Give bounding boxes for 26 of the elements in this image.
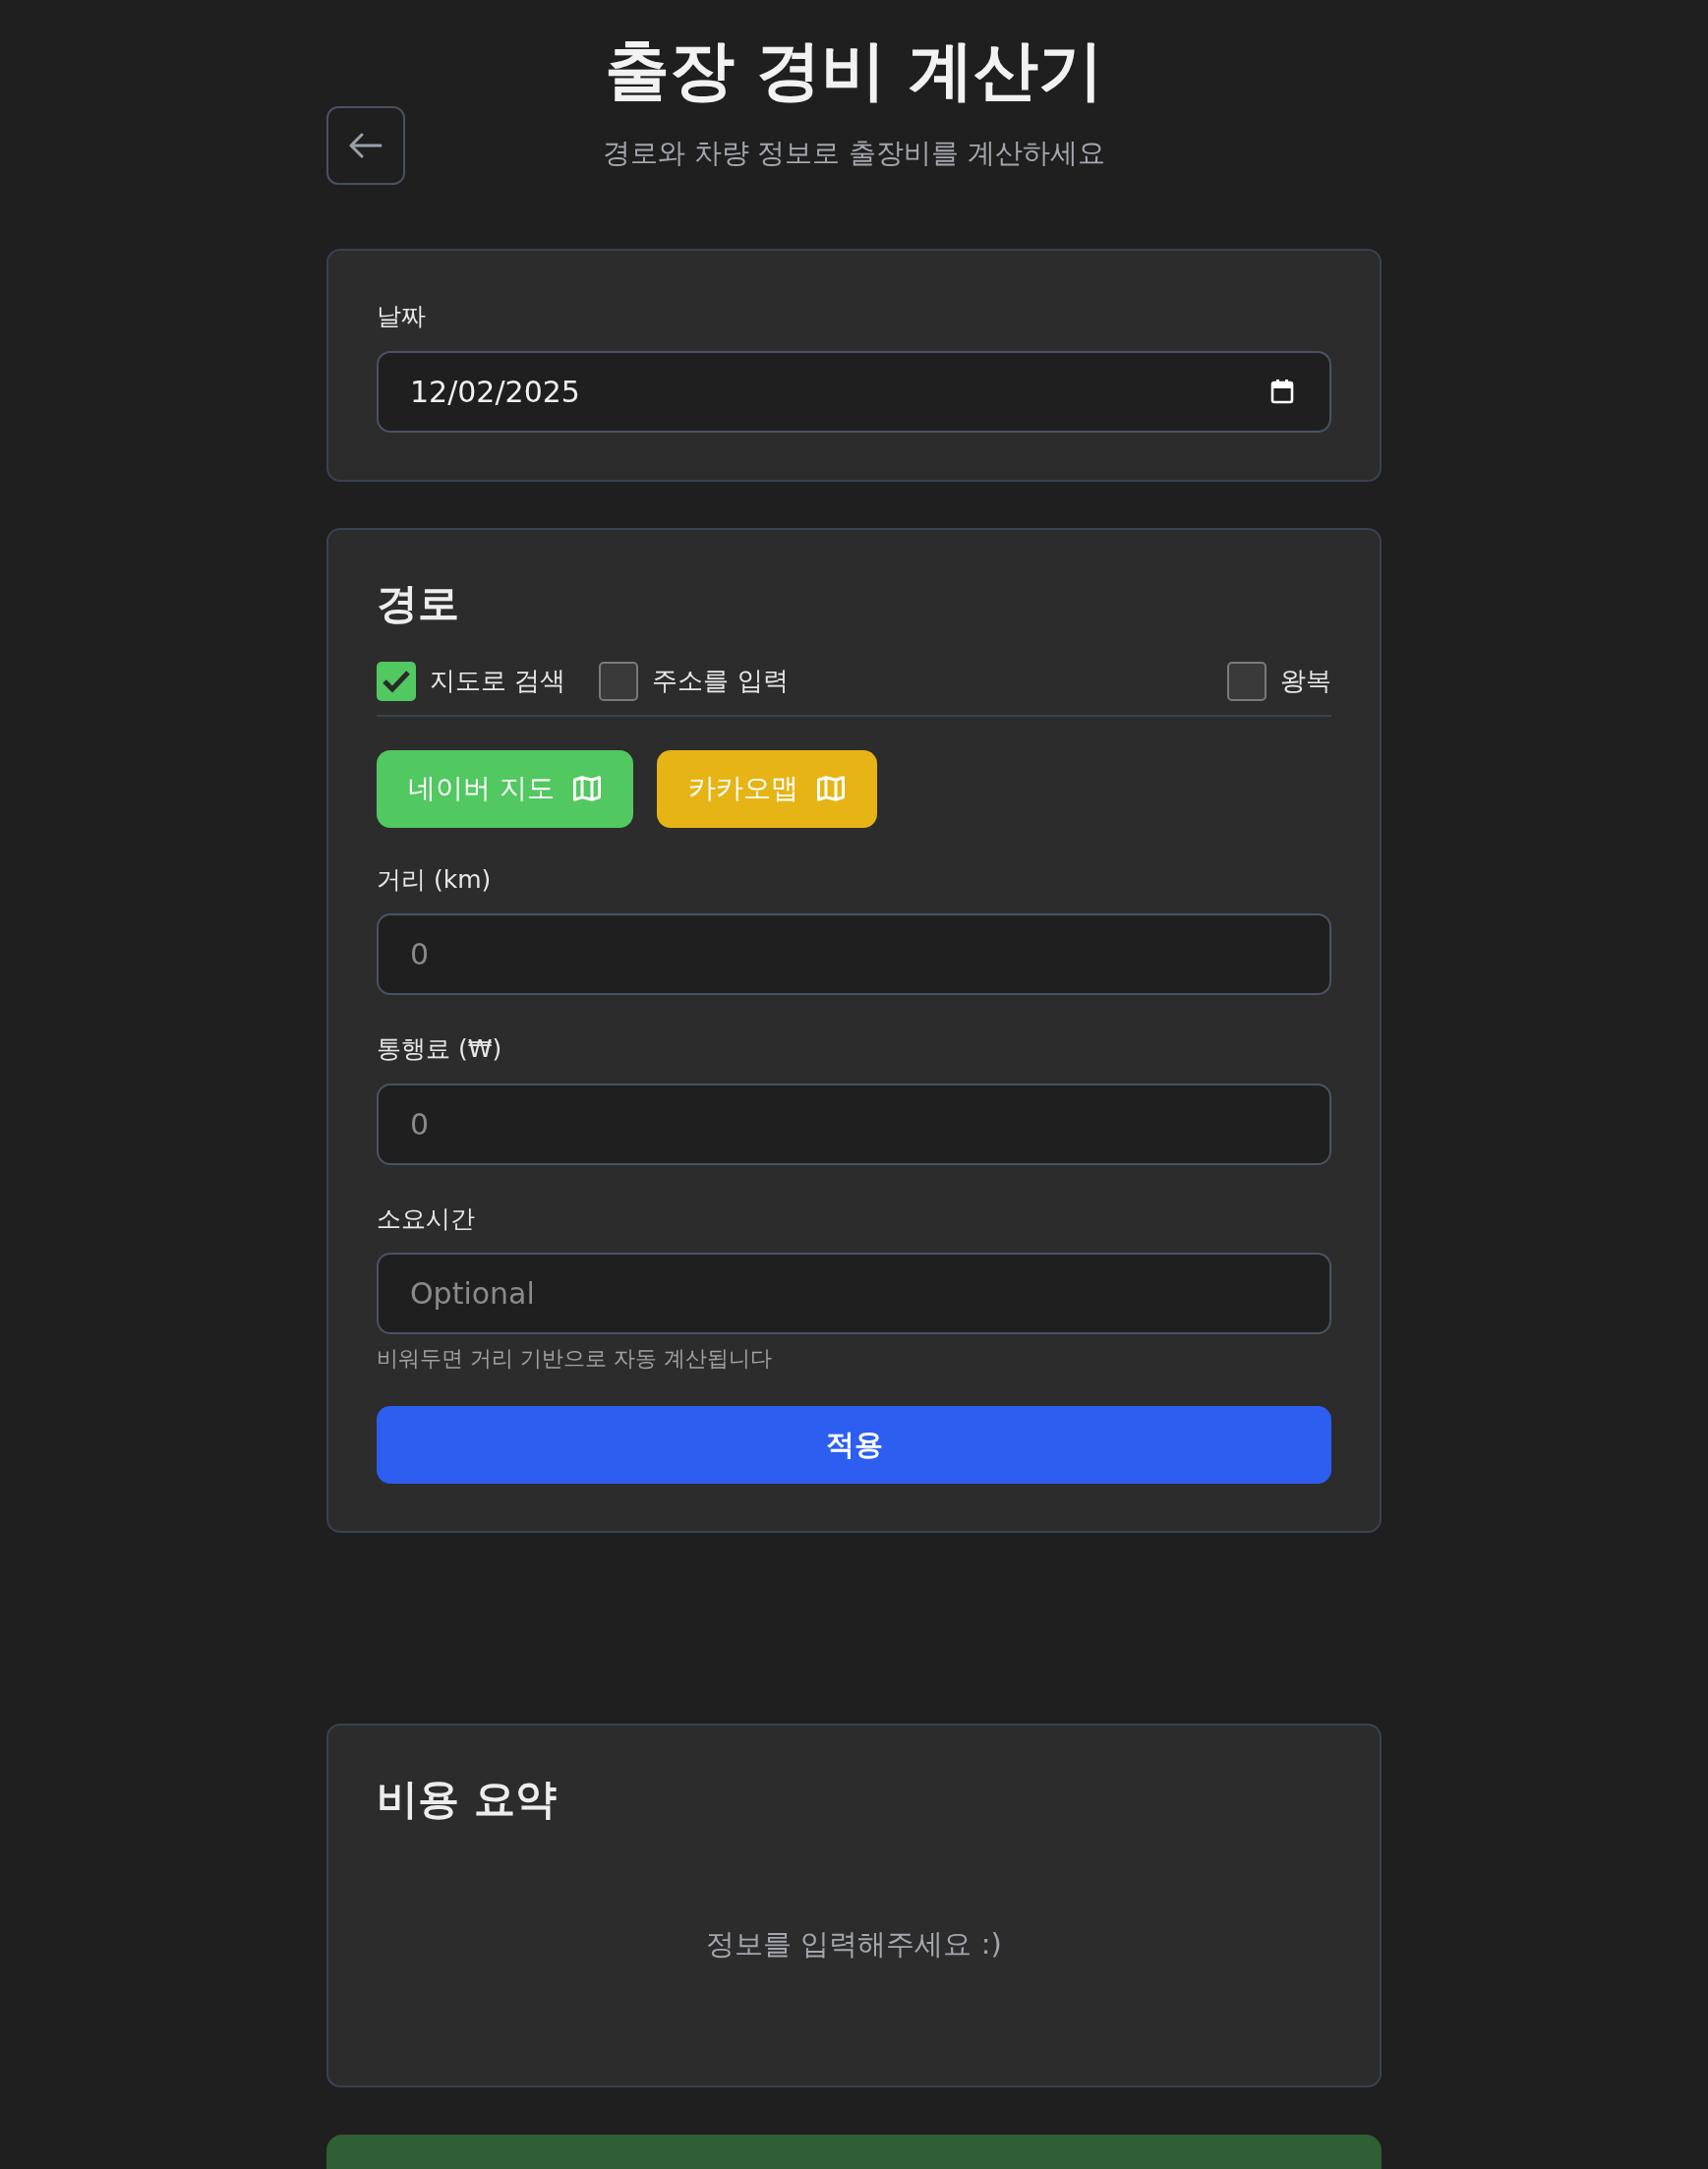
checkbox[interactable]: [599, 661, 639, 701]
field-label: 거리 (km): [377, 863, 492, 896]
page-subtitle: 경로와 차량 정보로 출장비를 계산하세요: [601, 136, 1107, 172]
input-field[interactable]: 0: [377, 1083, 1331, 1165]
field-label: 통행료 (₩): [377, 1033, 502, 1066]
option-label: 지도로 검색: [430, 665, 566, 698]
back-arrow-icon: [349, 133, 383, 158]
map-icon: [571, 775, 602, 803]
field-label: 소요시간: [377, 1202, 475, 1235]
apply-button[interactable]: 적용: [377, 1406, 1331, 1485]
field-label: 날짜: [377, 301, 426, 332]
checkbox[interactable]: [377, 661, 416, 701]
calendar-icon[interactable]: [1270, 378, 1294, 404]
page-title: 출장 경비 계산기: [603, 31, 1105, 110]
section-heading: 비용 요약: [377, 1775, 558, 1825]
back-button[interactable]: [326, 106, 405, 185]
input-field[interactable]: Optional: [377, 1253, 1331, 1335]
option-label: 왕복: [1280, 665, 1331, 698]
section-heading: 경로: [377, 578, 460, 628]
checkbox[interactable]: [1227, 661, 1266, 701]
empty-message: 정보를 입력해주세요 :): [705, 1925, 1003, 1963]
input-field[interactable]: 0: [377, 913, 1331, 996]
option-label: 주소를 입력: [652, 665, 789, 698]
help-text: 비워두면 거리 기반으로 자동 계산됩니다: [377, 1345, 773, 1374]
map-icon: [815, 775, 846, 803]
date-field[interactable]: 12/02/2025: [377, 350, 1331, 433]
